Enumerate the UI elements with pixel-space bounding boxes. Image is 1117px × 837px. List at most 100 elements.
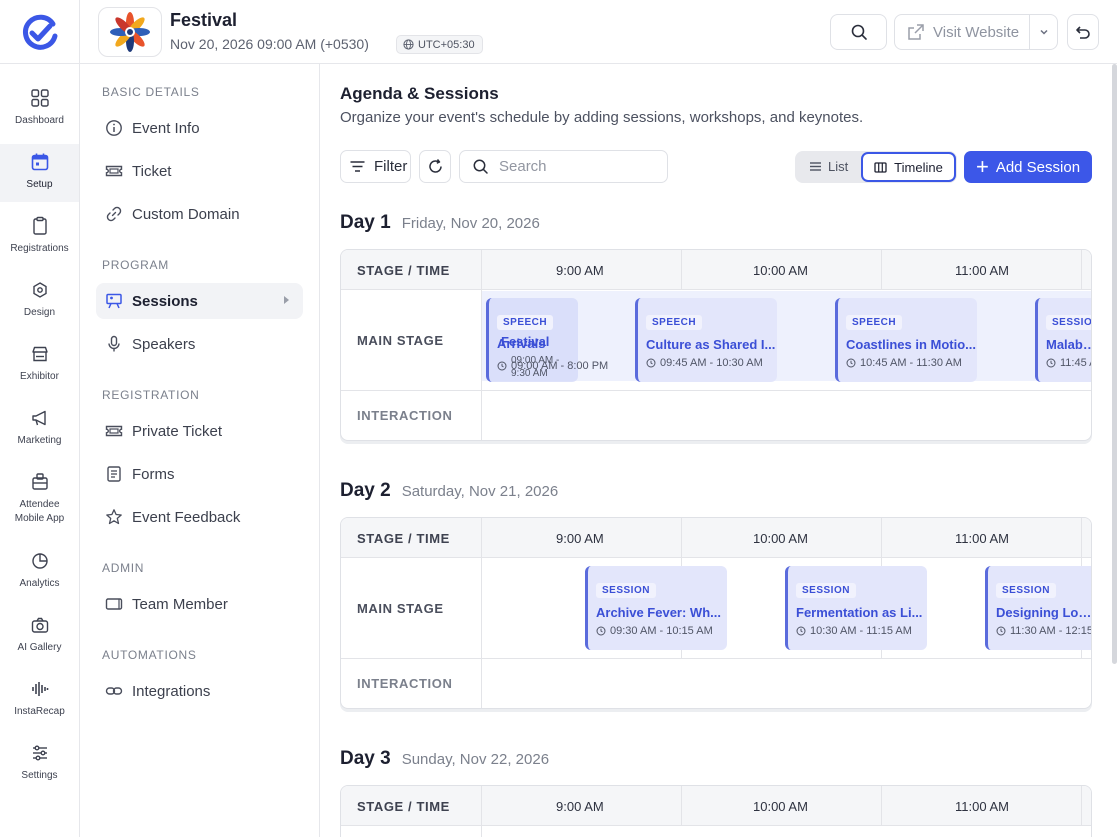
day-timeline-grid: STAGE / TIME 9:00 AM 10:00 AM 11:00 AM M… xyxy=(340,517,1092,709)
sidebar-item-event-info[interactable]: Event Info xyxy=(96,110,303,146)
day-header: Day 3 Sunday, Nov 22, 2026 xyxy=(340,748,549,770)
nav-instarecap[interactable]: InstaRecap xyxy=(0,671,79,729)
day-label: Day 3 xyxy=(340,748,391,769)
stage-label-main: MAIN STAGE xyxy=(357,333,444,348)
sidebar-item-label: Custom Domain xyxy=(132,205,240,223)
sliders-icon xyxy=(32,745,47,761)
festival-logo-icon xyxy=(110,12,150,52)
nav-settings[interactable]: Settings xyxy=(0,735,79,793)
session-card[interactable]: SESSION Malabar... 11:45 AM xyxy=(1035,298,1091,382)
event-logo[interactable] xyxy=(98,7,162,57)
nav-attendee-mobile-app[interactable]: Attendee Mobile App xyxy=(0,464,79,534)
form-icon xyxy=(107,466,121,482)
nav-setup[interactable]: Setup xyxy=(0,144,79,202)
sidebar-item-label: Forms xyxy=(132,465,175,483)
session-type-badge: SESSION xyxy=(1046,315,1091,330)
view-toggle: List Timeline xyxy=(795,151,957,183)
scrollbar-thumb[interactable] xyxy=(1112,64,1117,664)
sidebar-item-event-feedback[interactable]: Event Feedback xyxy=(96,499,303,535)
view-timeline-option[interactable]: Timeline xyxy=(861,152,956,182)
session-time: 10:30 AM - 11:15 AM xyxy=(810,625,912,637)
chain-link-icon xyxy=(105,687,123,695)
nav-analytics[interactable]: Analytics xyxy=(0,543,79,601)
sidebar-item-label: Sessions xyxy=(132,292,198,310)
sidebar-item-forms[interactable]: Forms xyxy=(96,456,303,492)
grid-line xyxy=(481,250,482,440)
time-column-header: 9:00 AM xyxy=(556,798,604,814)
sidebar-item-ticket[interactable]: Ticket xyxy=(96,153,303,189)
session-card[interactable]: SESSION Designing Low-I... 11:30 AM - 12… xyxy=(985,566,1092,650)
session-type-badge: SPEECH xyxy=(646,315,703,330)
session-time: 11:30 AM - 12:15 PM xyxy=(1010,625,1092,637)
refresh-button[interactable] xyxy=(419,150,451,183)
time-column-header: 9:00 AM xyxy=(556,530,604,546)
nav-design[interactable]: Design xyxy=(0,272,79,330)
info-icon xyxy=(106,120,122,136)
nav-label: Marketing xyxy=(17,435,62,446)
nav-ai-gallery[interactable]: AI Gallery xyxy=(0,607,79,665)
stage-time-header: STAGE / TIME xyxy=(357,262,450,278)
session-type-badge: SESSION xyxy=(596,583,656,598)
view-list-option[interactable]: List xyxy=(809,159,848,174)
sidebar-item-speakers[interactable]: Speakers xyxy=(96,326,303,362)
sidebar-item-private-ticket[interactable]: Private Ticket xyxy=(96,413,303,449)
session-card[interactable]: SPEECH Culture as Shared I... 09:45 AM -… xyxy=(635,298,777,382)
session-card[interactable]: SESSION Fermentation as Li... 10:30 AM -… xyxy=(785,566,927,650)
day-timeline-grid: STAGE / TIME 9:00 AM 10:00 AM 11:00 AM M… xyxy=(340,249,1092,441)
session-title-overlay[interactable]: Festival xyxy=(501,334,549,349)
session-card[interactable]: SPEECH Coastlines in Motio... 10:45 AM -… xyxy=(835,298,977,382)
waveform-icon xyxy=(31,682,48,696)
clock-icon xyxy=(497,361,507,371)
search-icon xyxy=(851,24,867,40)
visit-website-button[interactable]: Visit Website xyxy=(894,14,1030,50)
header-search-button[interactable] xyxy=(830,14,887,50)
nav-dashboard[interactable]: Dashboard xyxy=(0,80,79,138)
session-time-row: 09:30 AM - 10:15 AM xyxy=(596,625,727,637)
filter-button[interactable]: Filter xyxy=(340,150,411,183)
nav-label: Settings xyxy=(21,770,58,781)
session-search-input[interactable]: Search xyxy=(459,150,668,183)
sidebar-item-team-member[interactable]: Team Member xyxy=(96,586,303,622)
sidebar-item-integrations[interactable]: Integrations xyxy=(96,673,303,709)
session-type-badge: SESSION xyxy=(796,583,856,598)
view-list-label: List xyxy=(828,159,849,174)
session-card[interactable]: SESSION Archive Fever: Wh... 09:30 AM - … xyxy=(585,566,727,650)
clock-icon xyxy=(596,626,606,636)
section-title-basic-details: BASIC DETAILS xyxy=(102,85,200,99)
time-column-header: 10:00 AM xyxy=(753,530,808,546)
session-time: 10:45 AM - 11:30 AM xyxy=(860,357,962,369)
undo-icon xyxy=(1076,26,1090,39)
section-title-admin: ADMIN xyxy=(102,561,145,575)
nav-exhibitor[interactable]: Exhibitor xyxy=(0,336,79,394)
session-time-row: 11:45 AM xyxy=(1046,357,1091,369)
time-column-header: 11:00 AM xyxy=(955,530,1009,546)
event-title: Festival xyxy=(170,10,238,30)
filter-icon xyxy=(350,161,365,172)
session-time: 09:45 AM - 10:30 AM xyxy=(660,357,763,369)
visit-website-dropdown[interactable] xyxy=(1029,14,1058,50)
grid-line xyxy=(681,786,682,826)
sidebar-item-custom-domain[interactable]: Custom Domain xyxy=(96,196,303,232)
page-subtitle: Organize your event's schedule by adding… xyxy=(340,109,864,126)
day-label: Day 1 xyxy=(340,212,391,233)
stage-label-interaction: INTERACTION xyxy=(357,408,453,423)
nav-label: Setup xyxy=(26,179,53,190)
section-title-program: PROGRAM xyxy=(102,258,169,272)
timezone-label: UTC+05:30 xyxy=(418,38,475,51)
add-session-button[interactable]: + Add Session xyxy=(964,151,1092,183)
timezone-badge: UTC+05:30 xyxy=(396,35,483,54)
nav-label: Registrations xyxy=(10,243,69,254)
session-time-row: 10:30 AM - 11:15 AM xyxy=(796,625,927,637)
sidebar-item-sessions[interactable]: Sessions xyxy=(96,283,303,319)
sidebar-item-label: Team Member xyxy=(132,595,228,613)
nav-registrations[interactable]: Registrations xyxy=(0,208,79,266)
page-title: Agenda & Sessions xyxy=(340,84,499,103)
grid-line xyxy=(681,250,682,290)
undo-button[interactable] xyxy=(1067,14,1099,50)
nav-marketing[interactable]: Marketing xyxy=(0,400,79,458)
header-divider xyxy=(79,0,80,64)
app-logo-icon[interactable] xyxy=(20,12,60,52)
session-title: Coastlines in Motio... xyxy=(846,337,977,352)
star-icon xyxy=(106,509,122,525)
clock-icon xyxy=(1046,358,1056,368)
